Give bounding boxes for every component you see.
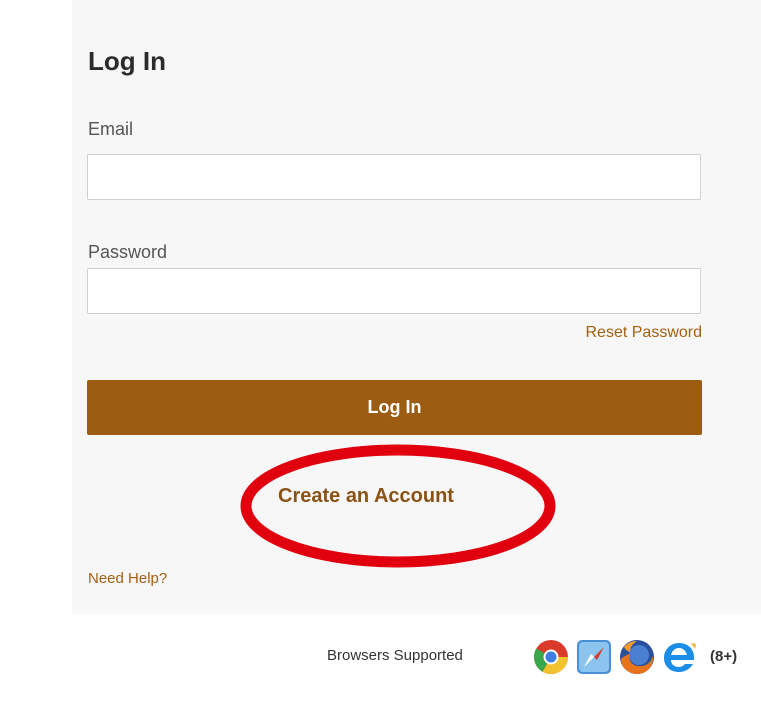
page-title: Log In xyxy=(88,46,166,76)
password-label: Password xyxy=(88,242,168,262)
create-account-link[interactable]: Create an Account xyxy=(278,484,454,508)
email-label: Email xyxy=(88,119,134,139)
login-button[interactable]: Log In xyxy=(87,380,702,435)
internet-explorer-icon xyxy=(664,643,696,672)
email-field[interactable] xyxy=(87,154,701,200)
login-page: Log In Email Password Reset Password Log… xyxy=(0,0,761,716)
need-help-link[interactable]: Need Help? xyxy=(88,570,167,588)
firefox-icon xyxy=(620,640,654,674)
reset-password-link[interactable]: Reset Password xyxy=(586,323,703,343)
password-field[interactable] xyxy=(87,268,701,314)
safari-icon xyxy=(577,640,611,674)
chrome-icon xyxy=(534,640,568,674)
ie-version-note: (8+) xyxy=(710,648,738,665)
browsers-supported-label: Browsers Supported xyxy=(327,647,463,664)
